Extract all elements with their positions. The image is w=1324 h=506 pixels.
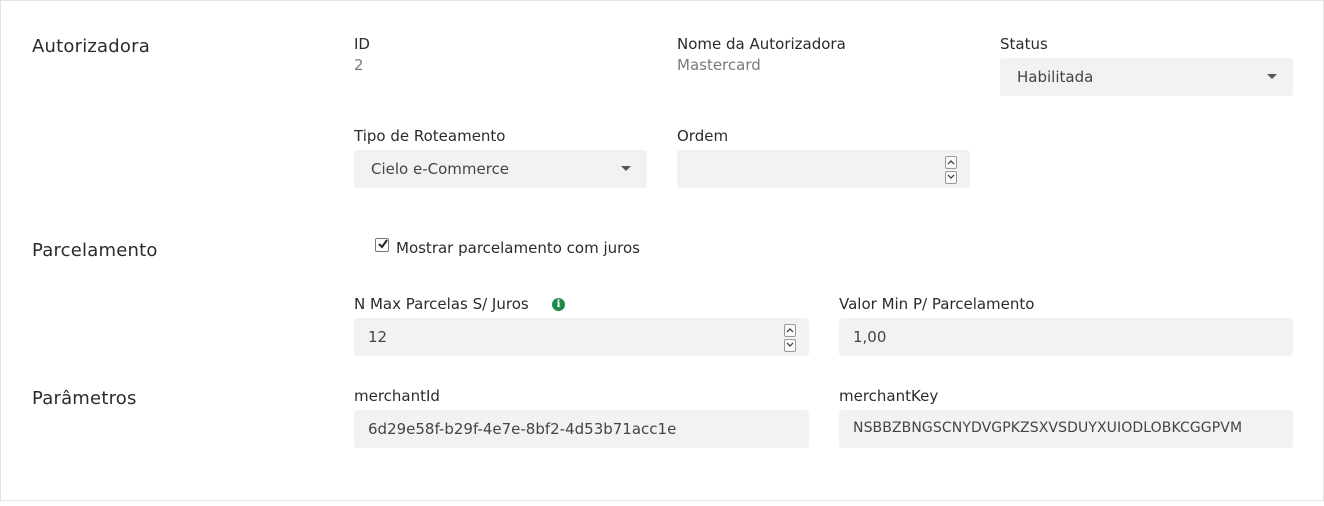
form-card: Autorizadora ID 2 Nome da Autorizadora M… [0, 0, 1324, 501]
tipo-roteamento-label: Tipo de Roteamento [354, 127, 506, 145]
chevron-down-icon [621, 166, 631, 171]
status-label: Status [1000, 35, 1048, 53]
valor-min-value: 1,00 [853, 328, 887, 346]
stepper-up-icon[interactable] [784, 324, 796, 337]
parcelamento-juros-label[interactable]: Mostrar parcelamento com juros [396, 239, 640, 257]
merchant-key-value: NSBBZBNGSCNYDVGPKZSXVSDUYXUIODLOBKCGGPVM [853, 420, 1243, 436]
merchant-id-value: 6d29e58f-b29f-4e7e-8bf2-4d53b71acc1e [368, 420, 677, 438]
ordem-input[interactable] [677, 150, 970, 188]
parcelamento-juros-checkbox[interactable] [375, 238, 389, 252]
id-value: 2 [354, 56, 364, 74]
section-title-parcelamento: Parcelamento [32, 240, 158, 261]
valor-min-label: Valor Min P/ Parcelamento [839, 295, 1035, 313]
stepper-down-icon[interactable] [945, 171, 957, 184]
status-select-value: Habilitada [1017, 68, 1094, 86]
nmax-parcelas-label: N Max Parcelas S/ Juros [354, 295, 529, 313]
nmax-parcelas-value: 12 [368, 328, 388, 346]
ordem-stepper[interactable] [945, 156, 957, 184]
tipo-roteamento-select-value: Cielo e-Commerce [371, 160, 510, 178]
chevron-down-icon [1267, 74, 1277, 79]
merchant-key-input[interactable]: NSBBZBNGSCNYDVGPKZSXVSDUYXUIODLOBKCGGPVM [839, 410, 1293, 448]
nome-autorizadora-value: Mastercard [677, 56, 761, 74]
merchant-id-label: merchantId [354, 387, 440, 405]
nome-autorizadora-label: Nome da Autorizadora [677, 35, 846, 53]
merchant-key-label: merchantKey [839, 387, 939, 405]
info-icon[interactable]: i [552, 298, 565, 311]
valor-min-input[interactable]: 1,00 [839, 318, 1293, 356]
section-title-parametros: Parâmetros [32, 388, 137, 409]
ordem-label: Ordem [677, 127, 729, 145]
id-label: ID [354, 35, 370, 53]
stepper-up-icon[interactable] [945, 156, 957, 169]
stepper-down-icon[interactable] [784, 339, 796, 352]
merchant-id-input[interactable]: 6d29e58f-b29f-4e7e-8bf2-4d53b71acc1e [354, 410, 809, 448]
nmax-parcelas-input[interactable]: 12 [354, 318, 809, 356]
nmax-parcelas-stepper[interactable] [784, 324, 796, 352]
tipo-roteamento-select[interactable]: Cielo e-Commerce [354, 150, 647, 188]
status-select[interactable]: Habilitada [1000, 58, 1293, 96]
section-title-autorizadora: Autorizadora [32, 36, 150, 57]
